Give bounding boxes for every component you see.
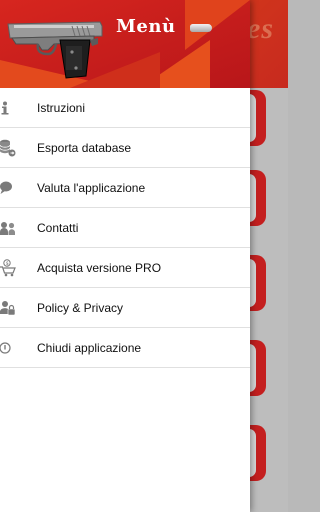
menu-item-label: Contatti [37,220,79,235]
menu-item-label: Istruzioni [37,100,86,115]
speech-bubble-icon [0,168,20,207]
menu-item-label: Policy & Privacy [37,300,124,315]
drawer-menu: Istruzioni Esporta database Valuta l'app… [0,88,250,368]
menu-item-valuta-applicazione[interactable]: Valuta l'applicazione [0,168,250,208]
drawer-title: Menù [116,16,176,37]
menu-item-chiudi-applicazione[interactable]: Chiudi applicazione [0,328,250,368]
menu-item-label: Esporta database [37,140,132,155]
info-icon [0,88,20,127]
background-title: es [247,12,274,45]
pistol-logo [7,21,103,79]
menu-item-policy-privacy[interactable]: Policy & Privacy [0,288,250,328]
svg-text:$: $ [6,261,9,267]
menu-item-label: Chiudi applicazione [37,340,142,355]
menu-item-istruzioni[interactable]: Istruzioni [0,88,250,128]
shopping-cart-icon: $ [0,248,20,287]
privacy-lock-icon [0,288,20,327]
drawer-header: Menù [0,0,250,88]
menu-item-esporta-database[interactable]: Esporta database [0,128,250,168]
bullet-icon [190,24,212,32]
menu-item-acquista-pro[interactable]: $ Acquista versione PRO [0,248,250,288]
menu-item-label: Valuta l'applicazione [37,180,146,195]
contacts-icon [0,208,20,247]
database-export-icon [0,128,20,167]
power-icon [0,328,20,367]
menu-item-label: Acquista versione PRO [37,260,162,275]
navigation-drawer: Menù Istruzioni Esporta database Valuta … [0,0,250,512]
menu-item-contatti[interactable]: Contatti [0,208,250,248]
